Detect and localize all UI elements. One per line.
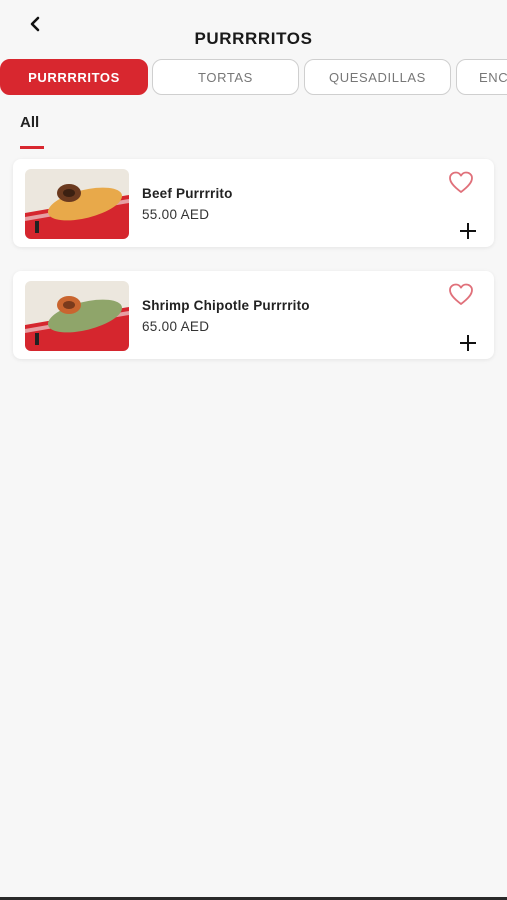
add-to-cart-button[interactable]: [459, 222, 477, 240]
tab-purrrritos[interactable]: PURRRRITOS: [0, 59, 148, 95]
item-price: 55.00 AED: [142, 207, 210, 222]
category-tabs: PURRRRITOS TORTAS QUESADILLAS ENC: [0, 59, 507, 97]
favorite-button[interactable]: [448, 283, 474, 307]
heart-outline-icon: [449, 283, 473, 305]
filter-underline: [20, 146, 44, 149]
filter-bar: All: [20, 114, 44, 149]
heart-outline-icon: [449, 171, 473, 193]
add-to-cart-button[interactable]: [459, 334, 477, 352]
tab-tortas[interactable]: TORTAS: [152, 59, 299, 95]
menu-item-card[interactable]: Shrimp Chipotle Purrrrito 65.00 AED: [13, 271, 494, 359]
menu-item-card[interactable]: Beef Purrrrito 55.00 AED: [13, 159, 494, 247]
item-image: [25, 169, 129, 239]
item-name: Beef Purrrrito: [142, 186, 233, 201]
favorite-button[interactable]: [448, 171, 474, 195]
tab-enc[interactable]: ENC: [456, 59, 507, 95]
item-price: 65.00 AED: [142, 319, 210, 334]
tab-quesadillas[interactable]: QUESADILLAS: [304, 59, 451, 95]
item-name: Shrimp Chipotle Purrrrito: [142, 298, 310, 313]
plus-icon: [460, 335, 476, 351]
plus-icon: [460, 223, 476, 239]
filter-all[interactable]: All: [20, 114, 39, 141]
header: PURRRRITOS: [0, 0, 507, 56]
item-image: [25, 281, 129, 351]
page-title: PURRRRITOS: [194, 29, 313, 48]
